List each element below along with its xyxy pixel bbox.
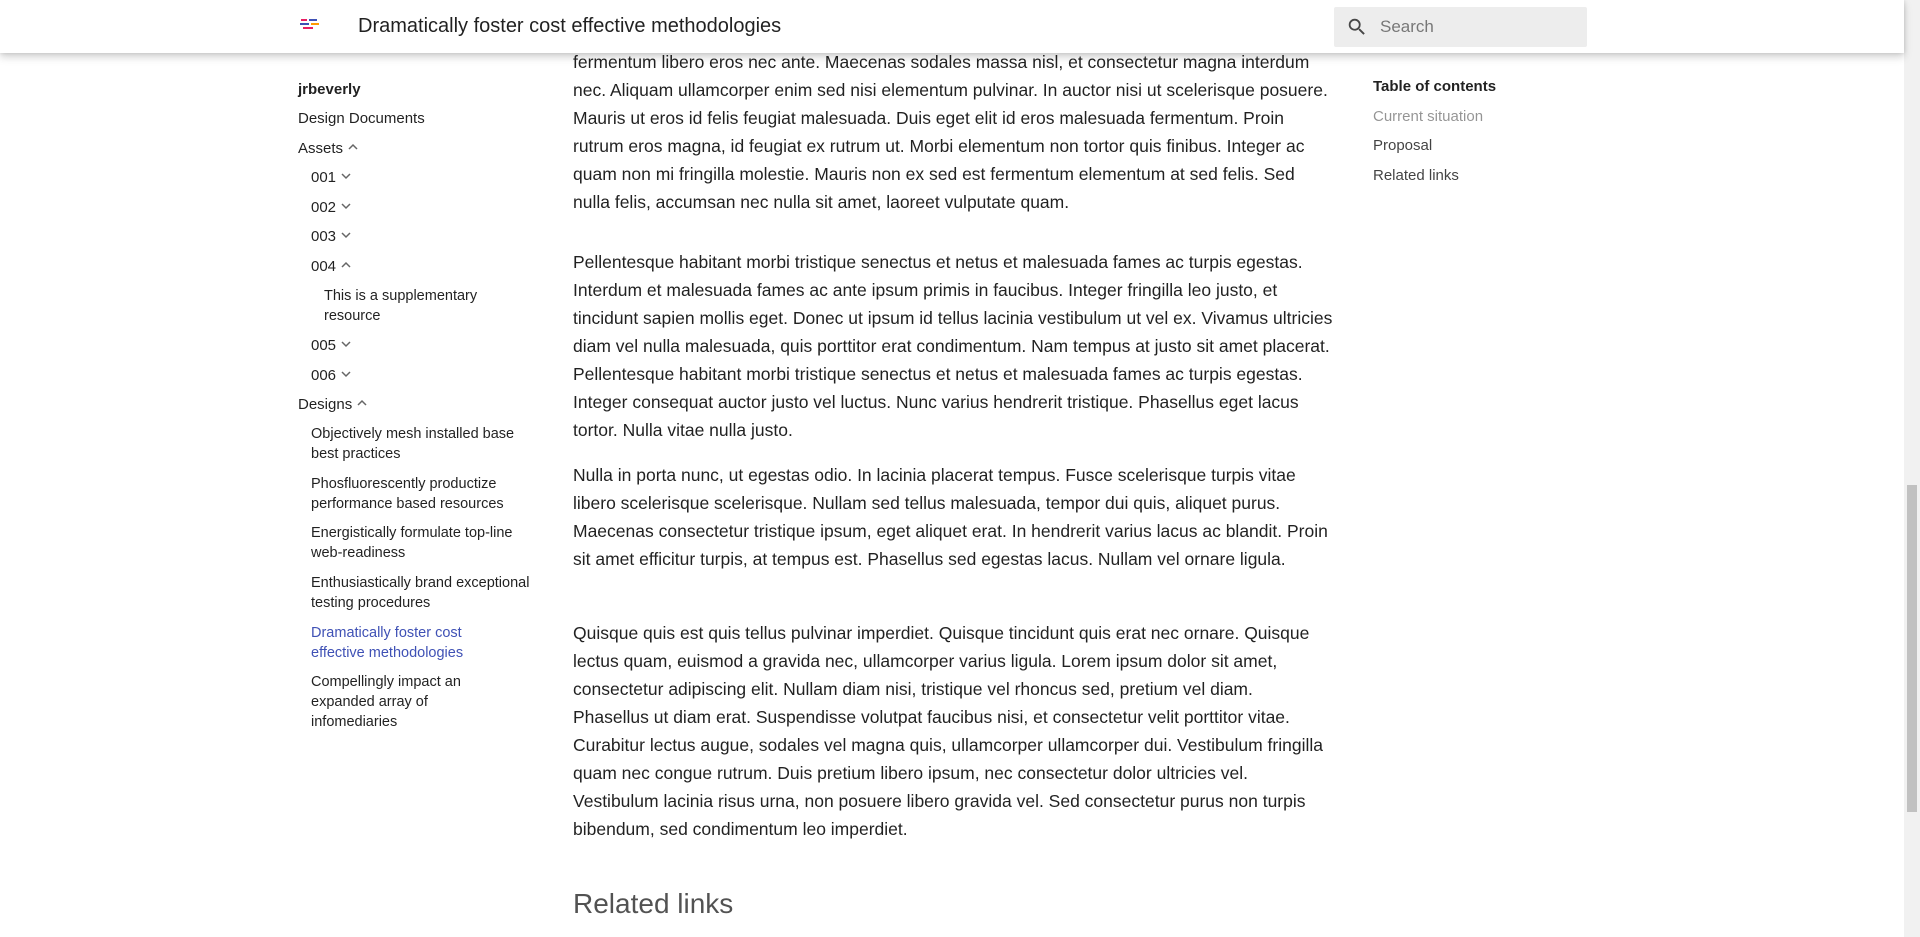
related-links-heading: Related links	[573, 888, 734, 919]
nav-item-design-documents[interactable]: Design Documents	[298, 110, 425, 127]
site-logo[interactable]	[299, 15, 321, 33]
scrollbar[interactable]	[1904, 0, 1920, 937]
nav-item-label: 003	[311, 228, 337, 245]
nav-item-assets[interactable]: Assets	[298, 140, 358, 157]
nav-item-design-3[interactable]: Energistically formulate top-line web-re…	[311, 523, 536, 563]
toc-link-related-links[interactable]: Related links	[1373, 167, 1459, 184]
nav-item-label: Designs	[298, 396, 353, 413]
chevron-up-icon	[348, 143, 358, 150]
nav-site-name[interactable]: jrbeverly	[298, 81, 361, 98]
chevron-down-icon	[341, 232, 351, 239]
page-title-header: Dramatically foster cost effective metho…	[358, 15, 782, 37]
nav-item-label: 001	[311, 169, 337, 186]
nav-item-001[interactable]: 001	[311, 169, 351, 186]
chevron-down-icon	[341, 173, 351, 180]
nav-item-designs[interactable]: Designs	[298, 396, 367, 413]
toc-title: Table of contents	[1373, 78, 1497, 95]
content-paragraph: Quisque quis est quis tellus pulvinar im…	[573, 623, 1323, 839]
nav-item-supplementary-resource[interactable]: This is a supplementary resource	[324, 286, 514, 326]
nav-item-label: 004	[311, 258, 337, 275]
chevron-down-icon	[341, 203, 351, 210]
nav-item-label: 005	[311, 337, 337, 354]
search-input[interactable]	[1380, 7, 1580, 47]
search-icon	[1348, 18, 1365, 35]
scrollbar-thumb[interactable]	[1907, 485, 1917, 812]
nav-item-005[interactable]: 005	[311, 337, 351, 354]
nav-item-003[interactable]: 003	[311, 228, 351, 245]
nav-item-design-6[interactable]: Compellingly impact an expanded array of…	[311, 672, 511, 732]
main-content: Nunc pharetra dui vel lectus egestas, eg…	[573, 0, 1333, 937]
nav-item-004[interactable]: 004	[311, 258, 351, 275]
chevron-up-icon	[357, 399, 367, 406]
chevron-down-icon	[341, 371, 351, 378]
nav-item-label: Assets	[298, 140, 344, 157]
content-paragraph: Pellentesque habitant morbi tristique se…	[573, 252, 1333, 440]
chevron-up-icon	[341, 261, 351, 268]
toc-link-proposal[interactable]: Proposal	[1373, 137, 1432, 154]
content-paragraph: Nulla in porta nunc, ut egestas odio. In…	[573, 465, 1328, 569]
nav-item-design-5-active[interactable]: Dramatically foster cost effective metho…	[311, 623, 511, 663]
nav-item-002[interactable]: 002	[311, 199, 351, 216]
nav-item-label: 006	[311, 367, 337, 384]
nav-item-design-2[interactable]: Phosfluorescently productize performance…	[311, 474, 536, 514]
chevron-down-icon	[341, 341, 351, 348]
toc-link-current-situation[interactable]: Current situation	[1373, 108, 1483, 125]
top-app-bar: Dramatically foster cost effective metho…	[0, 0, 1904, 53]
search-box[interactable]	[1334, 7, 1587, 47]
nav-item-label: 002	[311, 199, 337, 216]
nav-item-design-1[interactable]: Objectively mesh installed base best pra…	[311, 424, 536, 464]
nav-item-design-4[interactable]: Enthusiastically brand exceptional testi…	[311, 573, 536, 613]
nav-item-006[interactable]: 006	[311, 367, 351, 384]
